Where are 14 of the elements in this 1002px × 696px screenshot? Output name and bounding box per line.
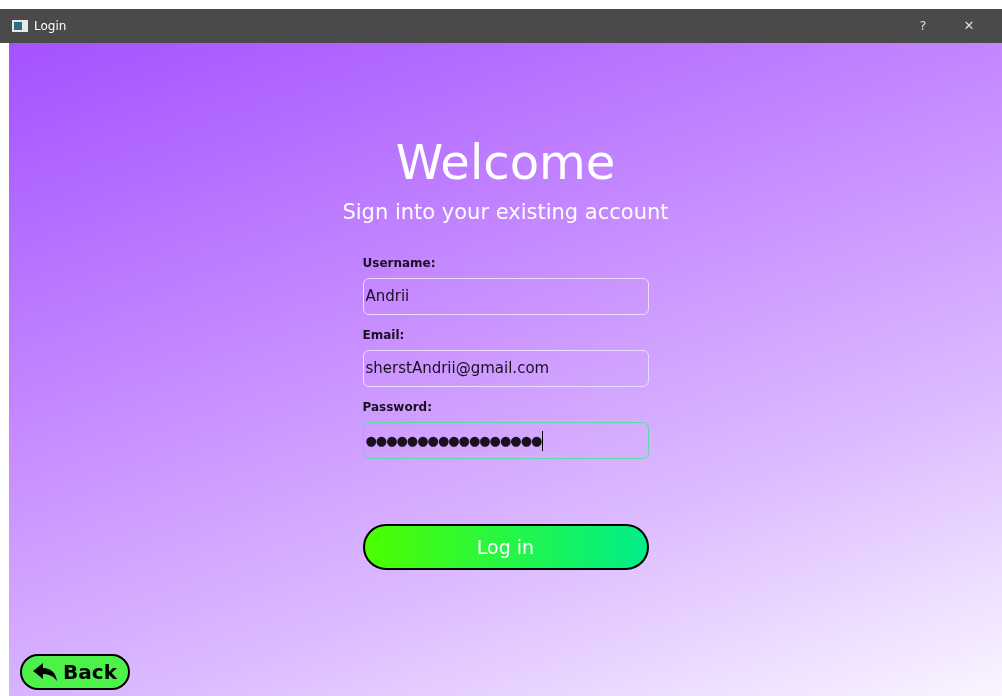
input-field[interactable]: sherstAndrii@gmail.com [362, 350, 649, 387]
window-title: Login [34, 18, 67, 35]
help-button[interactable]: ? [900, 16, 946, 36]
back-button[interactable]: Back [20, 654, 130, 690]
window-icon [12, 20, 28, 32]
close-button[interactable]: ✕ [946, 16, 992, 36]
field-label: Username: [362, 255, 437, 272]
input-field[interactable]: ●●●●●●●●●●●●●●●●● [362, 422, 649, 459]
reply-arrow-icon [33, 663, 58, 681]
input-field[interactable]: Andrii [362, 278, 649, 315]
subtitle: Sign into your existing account [342, 199, 669, 226]
field-label: Email: [362, 327, 406, 344]
heading: Welcome [395, 133, 616, 192]
field-label: Password: [362, 399, 433, 416]
